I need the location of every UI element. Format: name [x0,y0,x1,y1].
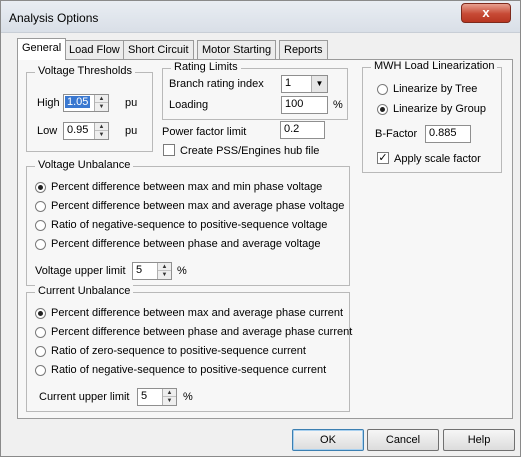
spin-up-icon[interactable]: ▲ [163,389,176,397]
linearize-by-tree-label: Linearize by Tree [393,83,478,95]
current-upper-limit-label: Current upper limit [39,391,130,403]
tab-short-circuit[interactable]: Short Circuit [123,40,194,60]
low-unit: pu [125,125,138,137]
spin-up-icon[interactable]: ▲ [158,263,171,271]
low-threshold-spinner[interactable]: 0.95 ▲ ▼ [63,122,109,140]
low-threshold-value[interactable]: 0.95 [67,124,88,136]
spin-down-icon[interactable]: ▼ [163,397,176,405]
pss-checkbox-label: Create PSS/Engines hub file [180,145,320,157]
chevron-down-icon[interactable]: ▼ [311,76,327,92]
loading-label: Loading [169,99,209,111]
voltage-option-label-4: Percent difference between phase and ave… [51,238,321,250]
voltage-option-radio-3[interactable] [35,220,46,231]
low-label: Low [37,125,58,137]
voltage-thresholds-group: Voltage Thresholds High 1.05 ▲ ▼ pu Low … [26,65,153,152]
power-factor-label: Power factor limit [162,126,247,138]
voltage-option-label-2: Percent difference between max and avera… [51,200,345,212]
current-limit-spin-buttons[interactable]: ▲ ▼ [162,389,176,405]
tab-general[interactable]: General [17,38,67,60]
voltage-upper-limit-spinner[interactable]: 5 ▲ ▼ [132,262,172,280]
voltage-limit-spin-buttons[interactable]: ▲ ▼ [157,263,171,279]
title-bar: Analysis Options x [1,1,520,33]
current-option-label-2: Percent difference between phase and ave… [51,326,353,338]
current-unbalance-group: Current Unbalance Percent difference bet… [26,285,353,412]
mwh-load-linearization-group: MWH Load Linearization Linearize by Tree… [362,60,502,173]
current-upper-limit-spinner[interactable]: 5 ▲ ▼ [137,388,177,406]
help-button[interactable]: Help [443,429,515,451]
window-title: Analysis Options [9,11,99,25]
high-spin-buttons[interactable]: ▲ ▼ [94,95,108,111]
pss-checkbox[interactable] [163,144,175,156]
voltage-option-label-3: Ratio of negative-sequence to positive-s… [51,219,328,231]
current-option-radio-3[interactable] [35,346,46,357]
low-spin-buttons[interactable]: ▲ ▼ [94,123,108,139]
spin-up-icon[interactable]: ▲ [95,95,108,103]
branch-rating-dropdown[interactable]: 1 ▼ [281,75,328,93]
spin-down-icon[interactable]: ▼ [158,271,171,279]
high-threshold-value[interactable]: 1.05 [65,96,91,108]
bfactor-label: B-Factor [375,128,418,140]
spin-up-icon[interactable]: ▲ [95,123,108,131]
high-label: High [37,97,60,109]
loading-input[interactable]: 100 [281,96,328,114]
loading-unit: % [333,99,343,111]
rating-limits-group: Rating Limits Branch rating index 1 ▼ Lo… [162,61,348,120]
linearize-by-group-radio[interactable] [377,104,388,115]
high-threshold-spinner[interactable]: 1.05 ▲ ▼ [63,94,109,112]
voltage-option-radio-1[interactable] [35,182,46,193]
current-option-radio-4[interactable] [35,365,46,376]
current-option-radio-2[interactable] [35,327,46,338]
apply-scale-factor-checkbox[interactable]: ✓ [377,152,389,164]
voltage-option-label-1: Percent difference between max and min p… [51,181,323,193]
rating-limits-legend: Rating Limits [171,61,241,73]
linearize-by-group-label: Linearize by Group [393,103,486,115]
voltage-thresholds-legend: Voltage Thresholds [35,65,135,77]
general-tab-panel: Voltage Thresholds High 1.05 ▲ ▼ pu Low … [17,59,513,419]
ok-button[interactable]: OK [292,429,364,451]
current-upper-limit-value[interactable]: 5 [141,390,147,402]
close-button[interactable]: x [461,3,511,23]
analysis-options-window: Analysis Options x General Load Flow Sho… [0,0,521,457]
voltage-upper-limit-label: Voltage upper limit [35,265,126,277]
tab-load-flow[interactable]: Load Flow [64,40,125,60]
power-factor-input[interactable]: 0.2 [280,121,325,139]
branch-rating-value[interactable]: 1 [285,77,291,89]
spin-down-icon[interactable]: ▼ [95,131,108,139]
linearize-by-tree-radio[interactable] [377,84,388,95]
bfactor-input[interactable]: 0.885 [425,125,471,143]
mwh-legend: MWH Load Linearization [371,60,498,72]
current-unbalance-legend: Current Unbalance [35,285,134,297]
branch-rating-label: Branch rating index [169,78,264,90]
tab-reports[interactable]: Reports [279,40,328,60]
voltage-upper-limit-value[interactable]: 5 [136,264,142,276]
current-limit-unit: % [183,391,193,403]
voltage-unbalance-group: Voltage Unbalance Percent difference bet… [26,159,350,286]
voltage-limit-unit: % [177,265,187,277]
voltage-unbalance-legend: Voltage Unbalance [35,159,134,171]
high-unit: pu [125,97,138,109]
voltage-option-radio-4[interactable] [35,239,46,250]
spin-down-icon[interactable]: ▼ [95,103,108,111]
tab-motor-starting[interactable]: Motor Starting [197,40,277,60]
check-mark-icon: ✓ [378,152,388,164]
voltage-option-radio-2[interactable] [35,201,46,212]
cancel-button[interactable]: Cancel [367,429,439,451]
current-option-label-3: Ratio of zero-sequence to positive-seque… [51,345,306,357]
current-option-label-4: Ratio of negative-sequence to positive-s… [51,364,327,376]
current-option-label-1: Percent difference between max and avera… [51,307,344,319]
apply-scale-factor-label: Apply scale factor [394,153,481,165]
current-option-radio-1[interactable] [35,308,46,319]
